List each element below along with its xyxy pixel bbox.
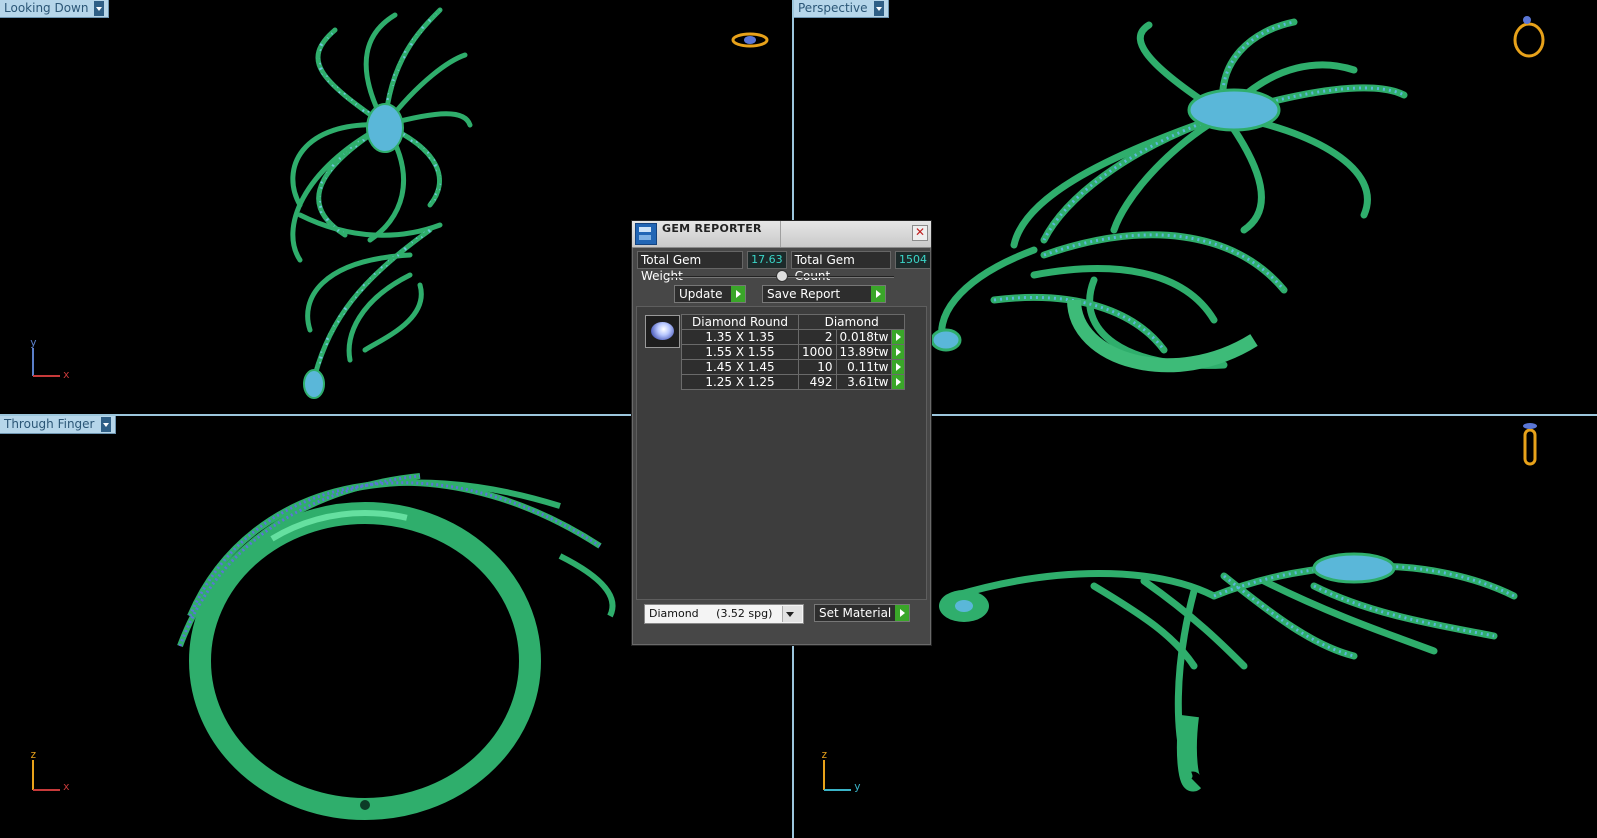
gem-reporter-panel: GEM REPORTER ✕ Total Gem Weight 17.63 To… [631,220,932,646]
chevron-down-icon[interactable] [100,417,111,432]
axis-label-vertical: y [30,336,37,349]
save-report-label: Save Report [767,287,841,301]
ring-side-view-icon [1523,423,1537,466]
table-row[interactable]: 1.25 X 1.25 492 3.61tw [681,374,906,390]
gem-size: 1.55 X 1.55 [681,344,799,360]
set-material-label: Set Material [819,606,892,620]
select-row-arrow-icon[interactable] [891,344,906,360]
material-select[interactable]: Diamond (3.52 spg) [644,604,804,624]
gem-size: 1.35 X 1.35 [681,329,799,345]
update-button[interactable]: Update [674,285,746,303]
close-icon[interactable]: ✕ [912,225,928,241]
axis-label-horizontal: x [63,368,70,381]
gem-weight: 13.89tw [835,344,893,360]
select-row-arrow-icon[interactable] [891,329,906,345]
select-row-arrow-icon[interactable] [891,359,906,375]
axis-label-horizontal: x [63,780,70,793]
totals-row: Total Gem Weight 17.63 Total Gem Count 1… [637,251,931,283]
gem-list-area: Diamond Round Diamond 1.35 X 1.35 2 0.01… [636,306,927,600]
viewport-title: Looking Down [4,1,89,15]
gem-size: 1.25 X 1.25 [681,374,799,390]
gem-weight: 0.11tw [835,359,893,375]
chevron-down-icon[interactable] [94,1,105,16]
round-gem-icon [651,322,674,340]
header-material: Diamond [797,314,906,330]
viewport-label-through-finger[interactable]: Through Finger [0,416,116,434]
panel-title-bar[interactable]: GEM REPORTER ✕ [632,221,931,248]
gem-reporter-logo-icon [635,223,657,245]
axis-label-horizontal: y [854,780,861,793]
panel-title: GEM REPORTER [662,222,762,235]
viewport-label-perspective[interactable]: Perspective [794,0,889,18]
gem-count: 492 [798,374,837,390]
gem-table-header: Diamond Round Diamond [681,314,906,330]
gem-count: 2 [798,329,837,345]
gem-table: Diamond Round Diamond 1.35 X 1.35 2 0.01… [681,314,906,390]
header-shape: Diamond Round [681,314,799,330]
update-button-label: Update [679,287,723,301]
gem-weight: 0.018tw [835,329,893,345]
gem-size: 1.45 X 1.45 [681,359,799,375]
title-separator [780,221,781,247]
chevron-down-icon[interactable] [782,606,802,622]
material-select-value: Diamond (3.52 spg) [649,607,773,620]
table-row[interactable]: 1.45 X 1.45 10 0.11tw [681,359,906,375]
total-count-value: 1504 [895,251,931,269]
collapse-toggle-icon[interactable] [776,270,788,282]
gem-count: 1000 [798,344,837,360]
axis-label-vertical: z [30,748,37,761]
viewport-label-looking-down[interactable]: Looking Down [0,0,110,18]
total-weight-value: 17.63 [747,251,787,269]
axis-label-vertical: z [821,748,828,761]
play-arrow-icon [895,605,909,621]
ring-perspective-icon [1513,16,1545,58]
table-row[interactable]: 1.35 X 1.35 2 0.018tw [681,329,906,345]
viewport-title: Through Finger [4,417,95,431]
viewport-title: Perspective [798,1,868,15]
gem-weight: 3.61tw [835,374,893,390]
ring-top-view-icon [731,32,769,48]
play-arrow-icon [731,286,745,302]
play-arrow-icon [871,286,885,302]
save-report-button[interactable]: Save Report [762,285,886,303]
diamond-round-thumbnail[interactable] [645,315,680,348]
gem-count: 10 [798,359,837,375]
chevron-down-icon[interactable] [873,1,884,16]
table-row[interactable]: 1.55 X 1.55 1000 13.89tw [681,344,906,360]
total-weight-label: Total Gem Weight [637,251,744,283]
select-row-arrow-icon[interactable] [891,374,906,390]
total-count-label: Total Gem Count [790,251,891,283]
set-material-button[interactable]: Set Material [814,604,910,622]
